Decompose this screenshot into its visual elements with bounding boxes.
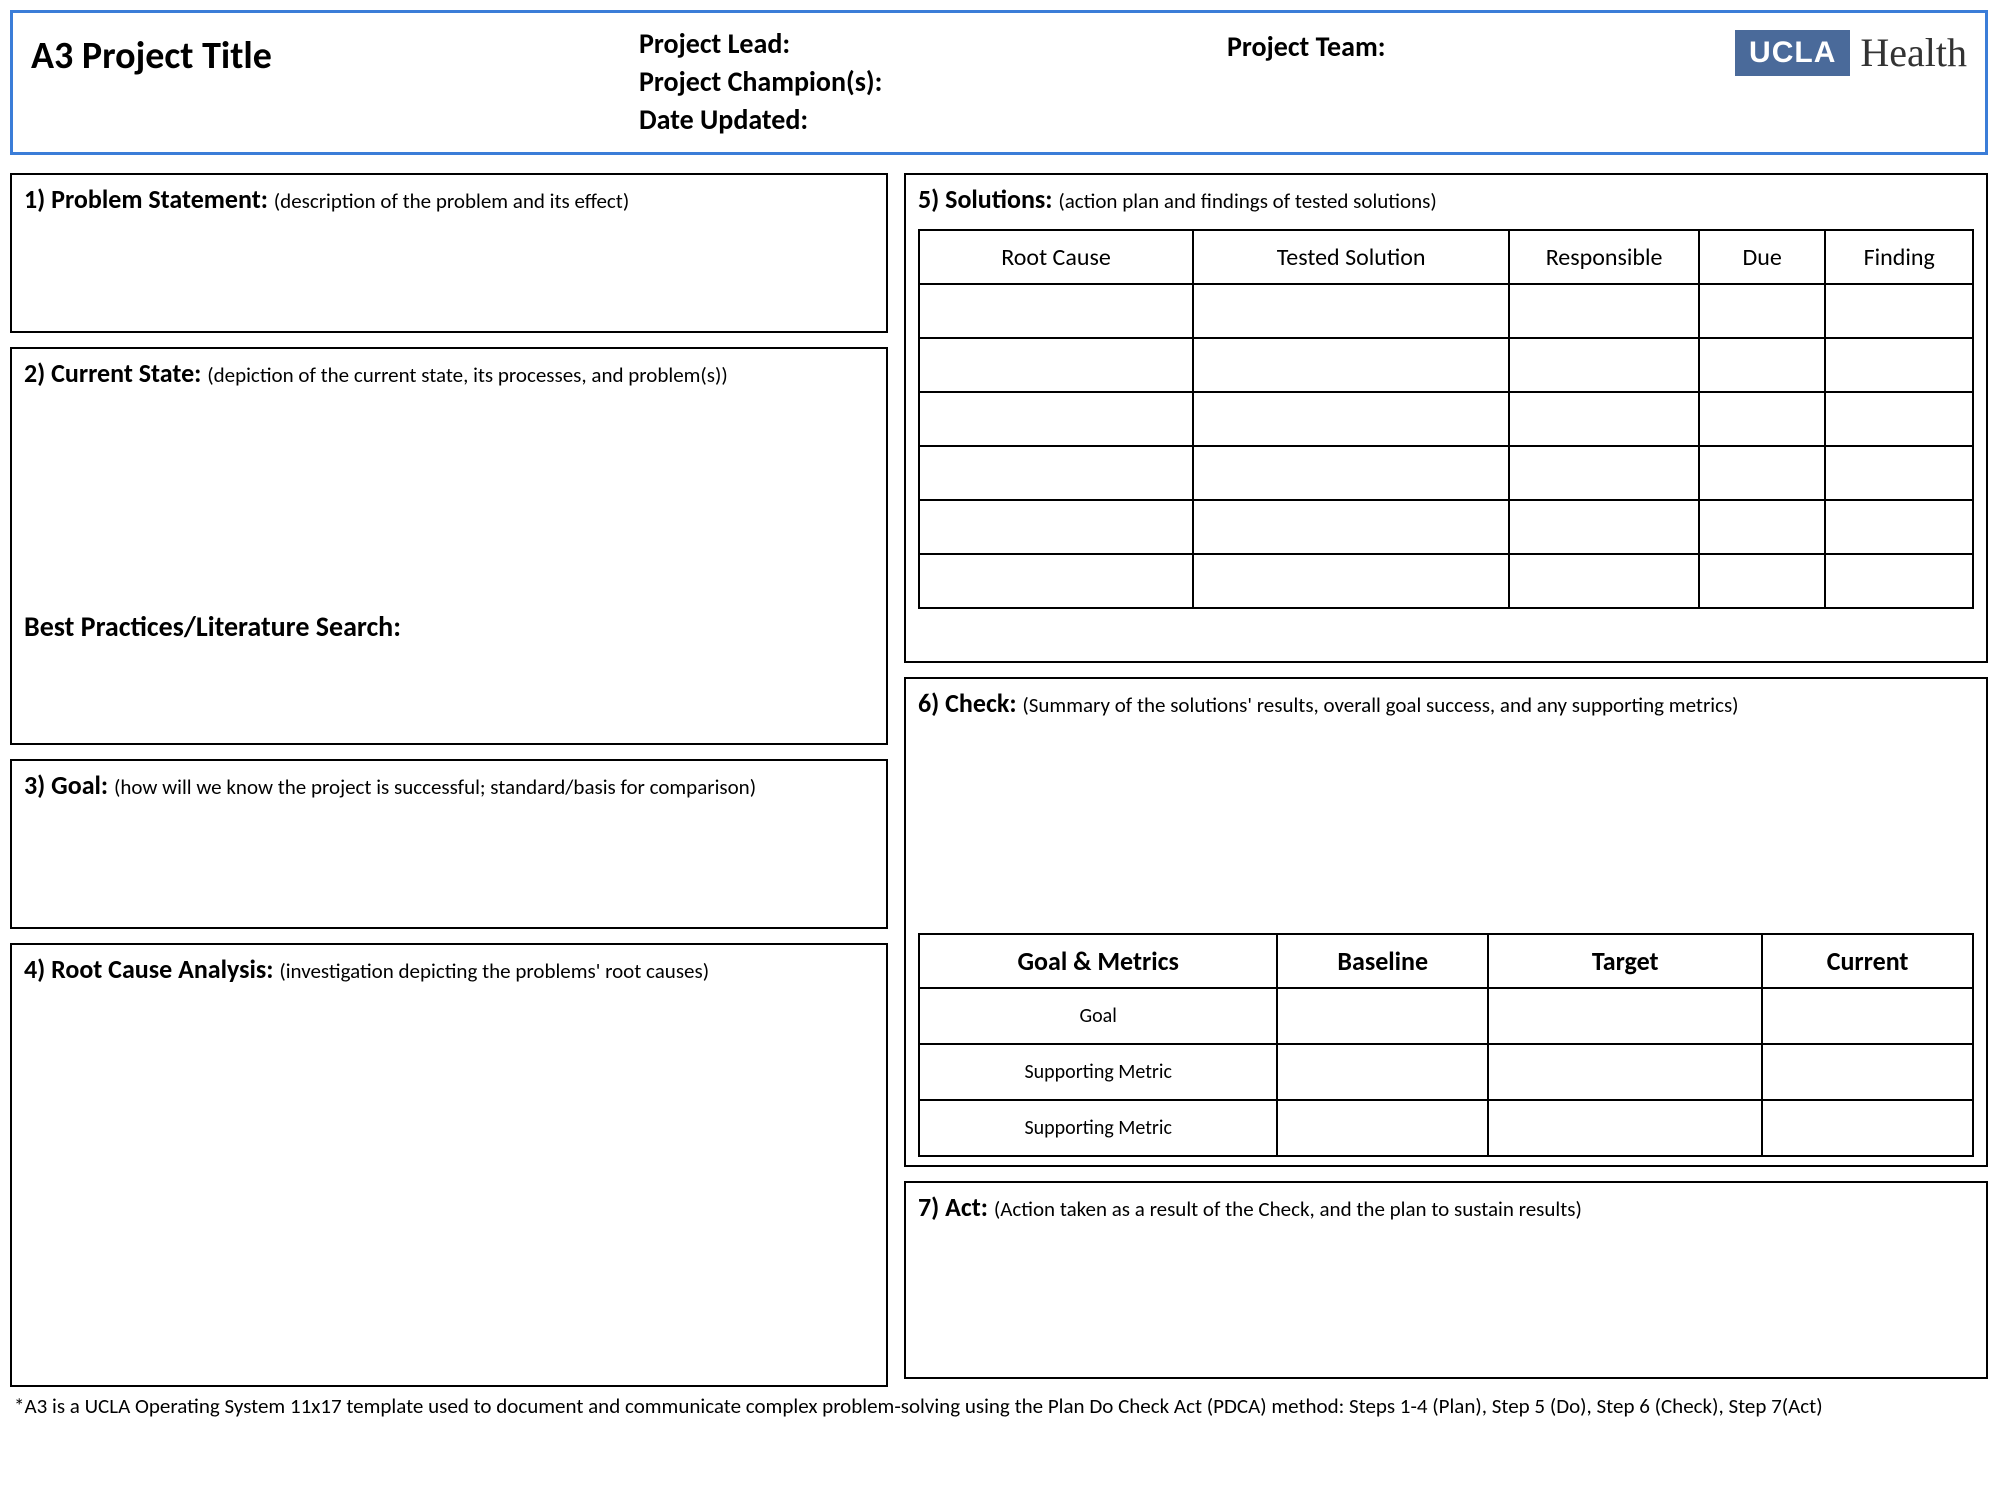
problem-statement-title: 1) Problem Statement: [24, 183, 274, 215]
check-table-row: Goal [919, 988, 1973, 1044]
check-header-current: Current [1762, 934, 1973, 988]
check-row-label: Supporting Metric [919, 1044, 1277, 1100]
check-title: 6) Check: [918, 687, 1022, 719]
current-state-box: 2) Current State: (depiction of the curr… [10, 347, 888, 745]
check-table: Goal & Metrics Baseline Target Current G… [918, 933, 1974, 1157]
solutions-header-responsible: Responsible [1509, 230, 1699, 284]
check-header-goal-metrics: Goal & Metrics [919, 934, 1277, 988]
logo-text: Health [1860, 29, 1967, 76]
date-updated-label: Date Updated: [639, 101, 1159, 139]
check-header-target: Target [1488, 934, 1762, 988]
current-state-desc: (depiction of the current state, its pro… [207, 362, 728, 388]
solutions-table-row [919, 554, 1973, 608]
solutions-table-row [919, 338, 1973, 392]
check-table-row: Supporting Metric [919, 1044, 1973, 1100]
current-state-title: 2) Current State: [24, 357, 207, 389]
goal-box: 3) Goal: (how will we know the project i… [10, 759, 888, 929]
solutions-table-row [919, 284, 1973, 338]
header-meta: Project Lead: Project Champion(s): Date … [639, 25, 1159, 138]
problem-statement-desc: (description of the problem and its effe… [274, 188, 629, 214]
check-table-row: Supporting Metric [919, 1100, 1973, 1156]
solutions-table-row [919, 500, 1973, 554]
solutions-header-due: Due [1699, 230, 1825, 284]
root-cause-box: 4) Root Cause Analysis: (investigation d… [10, 943, 888, 1387]
right-column: 5) Solutions: (action plan and findings … [904, 173, 1988, 1387]
solutions-table: Root Cause Tested Solution Responsible D… [918, 229, 1974, 609]
solutions-header-finding: Finding [1825, 230, 1973, 284]
solutions-desc: (action plan and findings of tested solu… [1058, 188, 1436, 214]
act-title: 7) Act: [918, 1191, 994, 1223]
solutions-table-header-row: Root Cause Tested Solution Responsible D… [919, 230, 1973, 284]
solutions-header-root-cause: Root Cause [919, 230, 1193, 284]
check-desc: (Summary of the solutions' results, over… [1022, 692, 1738, 718]
left-column: 1) Problem Statement: (description of th… [10, 173, 888, 1387]
ucla-health-logo: UCLA Health [1735, 25, 1967, 76]
check-box: 6) Check: (Summary of the solutions' res… [904, 677, 1988, 1167]
solutions-box: 5) Solutions: (action plan and findings … [904, 173, 1988, 663]
logo-badge: UCLA [1735, 30, 1850, 76]
solutions-table-row [919, 392, 1973, 446]
project-title: A3 Project Title [31, 25, 571, 79]
root-cause-desc: (investigation depicting the problems' r… [279, 958, 709, 984]
footnote: *A3 is a UCLA Operating System 11x17 tem… [10, 1393, 1988, 1419]
goal-desc: (how will we know the project is success… [114, 774, 756, 800]
check-row-label: Supporting Metric [919, 1100, 1277, 1156]
solutions-title: 5) Solutions: [918, 183, 1058, 215]
project-champion-label: Project Champion(s): [639, 63, 1159, 101]
columns: 1) Problem Statement: (description of th… [10, 173, 1988, 1387]
literature-search-heading: Best Practices/Literature Search: [24, 609, 874, 644]
goal-title: 3) Goal: [24, 769, 114, 801]
solutions-header-tested-solution: Tested Solution [1193, 230, 1509, 284]
problem-statement-box: 1) Problem Statement: (description of th… [10, 173, 888, 333]
act-box: 7) Act: (Action taken as a result of the… [904, 1181, 1988, 1379]
project-team-label: Project Team: [1227, 25, 1667, 64]
project-lead-label: Project Lead: [639, 25, 1159, 63]
check-row-label: Goal [919, 988, 1277, 1044]
act-desc: (Action taken as a result of the Check, … [994, 1196, 1582, 1222]
root-cause-title: 4) Root Cause Analysis: [24, 953, 279, 985]
header-box: A3 Project Title Project Lead: Project C… [10, 10, 1988, 155]
check-table-header-row: Goal & Metrics Baseline Target Current [919, 934, 1973, 988]
solutions-table-row [919, 446, 1973, 500]
check-header-baseline: Baseline [1277, 934, 1488, 988]
